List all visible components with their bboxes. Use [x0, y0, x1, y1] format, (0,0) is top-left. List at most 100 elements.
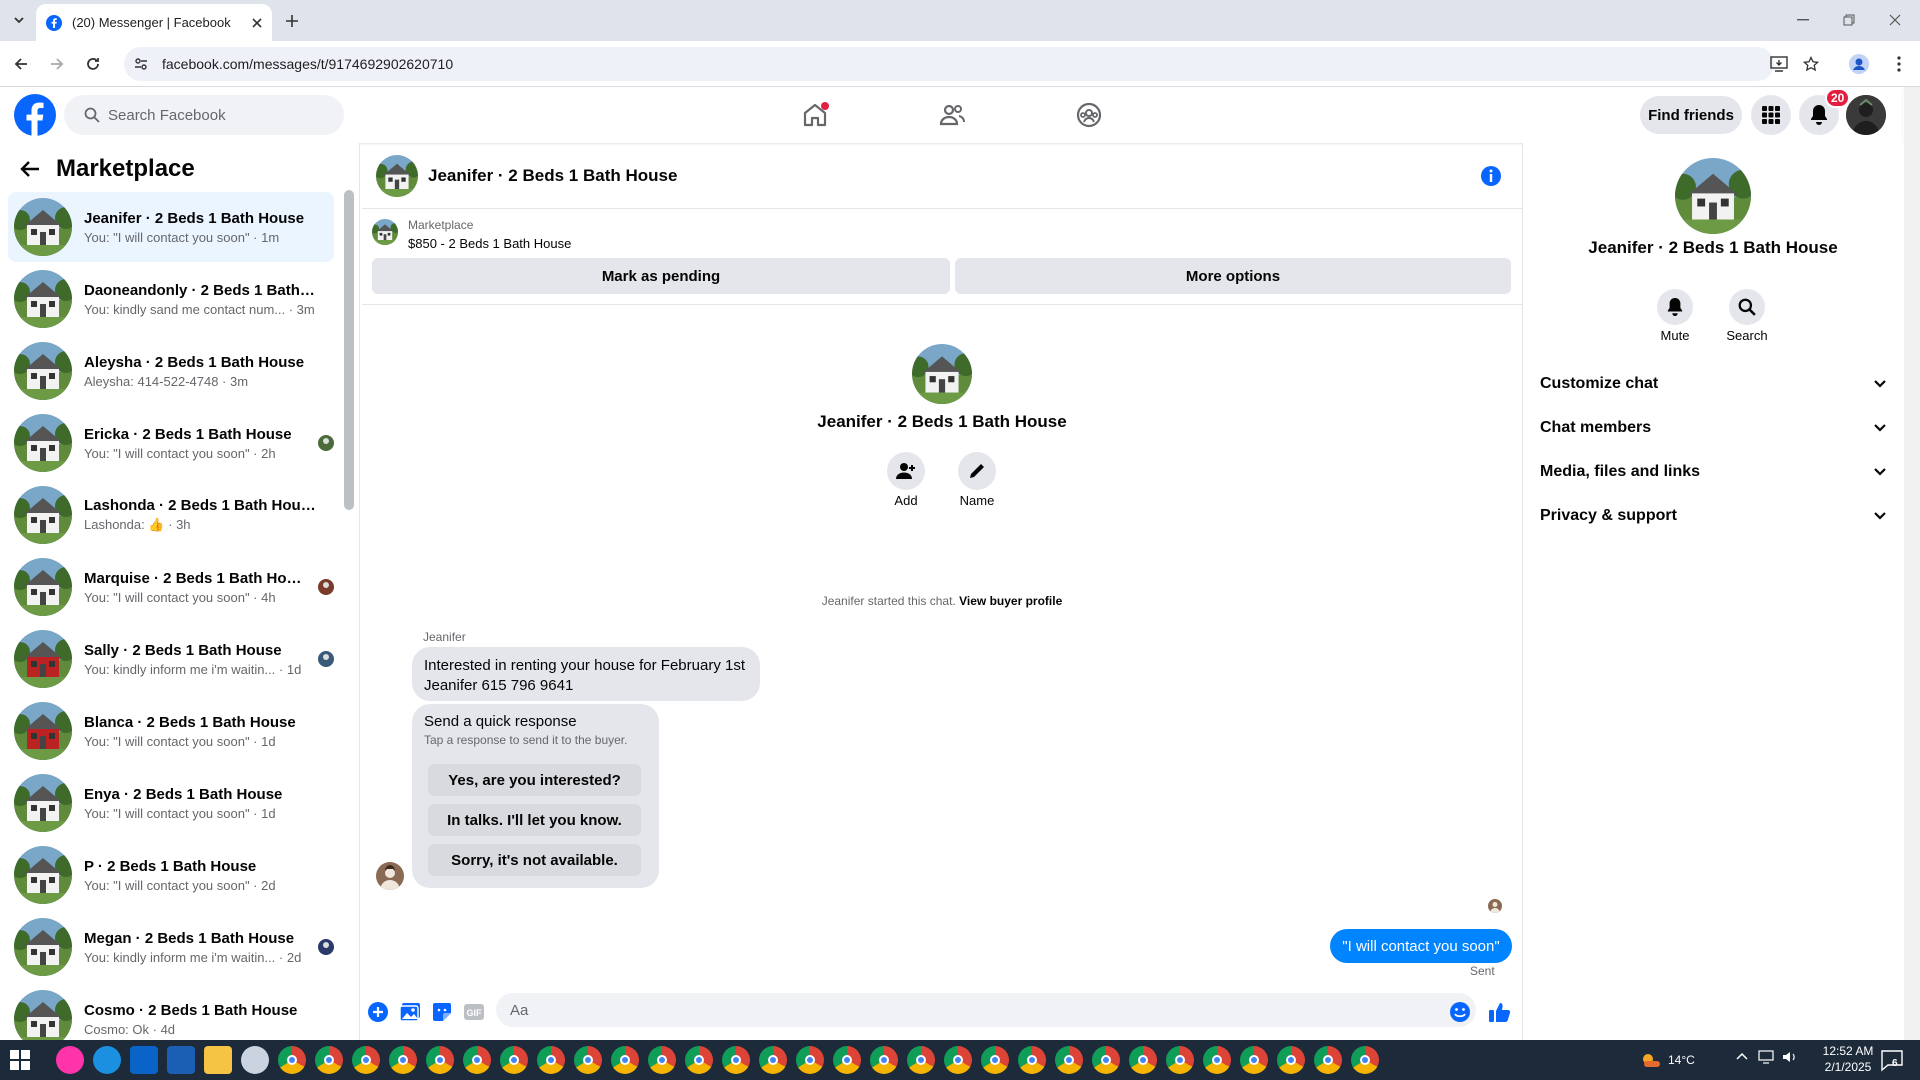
- conversation-item[interactable]: Enya · 2 Beds 1 Bath House You: "I will c…: [8, 768, 334, 838]
- listing-thumbnail[interactable]: [372, 219, 398, 245]
- chrome-window-icon[interactable]: [1129, 1046, 1157, 1074]
- store-icon[interactable]: [130, 1046, 158, 1074]
- chrome-window-icon[interactable]: [796, 1046, 824, 1074]
- account-avatar[interactable]: [1846, 95, 1886, 135]
- sender-avatar[interactable]: [376, 862, 404, 890]
- listing-price[interactable]: $850 - 2 Beds 1 Bath House: [408, 236, 571, 251]
- conversation-item[interactable]: Sally · 2 Beds 1 Bath House You: kindly i…: [8, 624, 334, 694]
- back-icon[interactable]: [6, 49, 36, 79]
- chrome-window-icon[interactable]: [1203, 1046, 1231, 1074]
- like-thumbs-up-icon[interactable]: [1488, 1000, 1512, 1024]
- quick-reply-button[interactable]: In talks. I'll let you know.: [428, 804, 641, 836]
- chrome-window-icon[interactable]: [537, 1046, 565, 1074]
- close-tab-icon[interactable]: [252, 17, 262, 28]
- search-facebook-input[interactable]: Search Facebook: [64, 95, 344, 135]
- site-info-icon[interactable]: [134, 57, 148, 71]
- action-center-icon[interactable]: 6: [1880, 1048, 1904, 1072]
- chrome-window-icon[interactable]: [1092, 1046, 1120, 1074]
- conversation-item[interactable]: Daoneandonly · 2 Beds 1 Bath H... You: ki…: [8, 264, 334, 334]
- close-window-icon[interactable]: [1872, 8, 1918, 32]
- sticker-icon[interactable]: [430, 1000, 454, 1024]
- minimize-icon[interactable]: [1780, 8, 1826, 32]
- find-friends-button[interactable]: Find friends: [1640, 96, 1742, 134]
- edit-name-button[interactable]: [958, 452, 996, 490]
- emoji-icon[interactable]: [1448, 1000, 1472, 1024]
- browser-menu-icon[interactable]: [1884, 49, 1914, 79]
- back-arrow-icon[interactable]: [20, 160, 40, 178]
- copilot-icon[interactable]: [56, 1046, 84, 1074]
- new-tab-icon[interactable]: [280, 10, 304, 32]
- tab-search-icon[interactable]: [6, 8, 32, 32]
- install-app-icon[interactable]: [1764, 49, 1794, 79]
- conversation-item[interactable]: Marquise · 2 Beds 1 Bath House You: "I wi…: [8, 552, 334, 622]
- chrome-window-icon[interactable]: [611, 1046, 639, 1074]
- profile-icon[interactable]: [1844, 49, 1874, 79]
- more-options-button[interactable]: More options: [955, 258, 1511, 294]
- chrome-window-icon[interactable]: [574, 1046, 602, 1074]
- chrome-window-icon[interactable]: [833, 1046, 861, 1074]
- chat-members-section[interactable]: Chat members: [1540, 408, 1890, 448]
- bookmark-star-icon[interactable]: [1796, 49, 1826, 79]
- volume-icon[interactable]: [1782, 1050, 1798, 1064]
- chrome-window-icon[interactable]: [685, 1046, 713, 1074]
- conversation-item[interactable]: P · 2 Beds 1 Bath House You: "I will cont…: [8, 840, 334, 910]
- media-files-links-section[interactable]: Media, files and links: [1540, 452, 1890, 492]
- home-nav-icon[interactable]: [795, 96, 835, 134]
- conversation-item[interactable]: Blanca · 2 Beds 1 Bath House You: "I will…: [8, 696, 334, 766]
- chrome-window-icon[interactable]: [500, 1046, 528, 1074]
- chrome-window-icon[interactable]: [1018, 1046, 1046, 1074]
- chrome-window-icon[interactable]: [463, 1046, 491, 1074]
- file-explorer-icon[interactable]: [204, 1046, 232, 1074]
- reload-icon[interactable]: [78, 49, 108, 79]
- customize-chat-section[interactable]: Customize chat: [1540, 364, 1890, 404]
- chrome-window-icon[interactable]: [426, 1046, 454, 1074]
- details-avatar[interactable]: [1675, 158, 1751, 234]
- view-buyer-profile-link[interactable]: View buyer profile: [959, 594, 1062, 608]
- chrome-window-icon[interactable]: [870, 1046, 898, 1074]
- network-icon[interactable]: [1758, 1050, 1774, 1064]
- chrome-window-icon[interactable]: [722, 1046, 750, 1074]
- conversation-item[interactable]: Ericka · 2 Beds 1 Bath House You: "I will…: [8, 408, 334, 478]
- edge-icon[interactable]: [93, 1046, 121, 1074]
- groups-nav-icon[interactable]: [1069, 96, 1109, 134]
- gif-icon[interactable]: GIF: [462, 1000, 486, 1024]
- outlook-icon[interactable]: [167, 1046, 195, 1074]
- chrome-window-icon[interactable]: [1166, 1046, 1194, 1074]
- gallery-icon[interactable]: [398, 1000, 422, 1024]
- chrome-window-icon[interactable]: [1314, 1046, 1342, 1074]
- windows-start-icon[interactable]: [10, 1050, 30, 1070]
- chrome-window-icon[interactable]: [1055, 1046, 1083, 1074]
- chat-avatar[interactable]: [376, 154, 418, 197]
- conversation-item[interactable]: Aleysha · 2 Beds 1 Bath House Aleysha: 41…: [8, 336, 334, 406]
- url-field[interactable]: facebook.com/messages/t/9174692902620710: [124, 47, 1774, 81]
- chrome-window-icon[interactable]: [1351, 1046, 1379, 1074]
- conversation-item[interactable]: Jeanifer · 2 Beds 1 Bath House You: "I wi…: [8, 192, 334, 262]
- plus-circle-icon[interactable]: [366, 1000, 390, 1024]
- page-scrollbar[interactable]: [1904, 87, 1920, 1040]
- chrome-window-icon[interactable]: [389, 1046, 417, 1074]
- message-input[interactable]: Aa: [496, 993, 1476, 1027]
- forward-icon[interactable]: [42, 49, 72, 79]
- outgoing-message-bubble[interactable]: "I will contact you soon": [1330, 929, 1512, 963]
- chrome-window-icon[interactable]: [1277, 1046, 1305, 1074]
- remote-app-icon[interactable]: [241, 1046, 269, 1074]
- chat-title[interactable]: Jeanifer · 2 Beds 1 Bath House: [428, 166, 677, 186]
- quick-reply-button[interactable]: Yes, are you interested?: [428, 764, 641, 796]
- chrome-window-icon[interactable]: [907, 1046, 935, 1074]
- chrome-window-icon[interactable]: [944, 1046, 972, 1074]
- quick-reply-button[interactable]: Sorry, it's not available.: [428, 844, 641, 876]
- mute-button[interactable]: [1657, 289, 1693, 325]
- clock[interactable]: 12:52 AM 2/1/2025: [1810, 1043, 1886, 1075]
- weather-widget[interactable]: 14°C: [1640, 1044, 1695, 1076]
- restore-icon[interactable]: [1826, 8, 1872, 32]
- chrome-window-icon[interactable]: [1240, 1046, 1268, 1074]
- friends-nav-icon[interactable]: [932, 96, 972, 134]
- privacy-support-section[interactable]: Privacy & support: [1540, 496, 1890, 536]
- conversation-item[interactable]: Megan · 2 Beds 1 Bath House You: kindly i…: [8, 912, 334, 982]
- chrome-window-icon[interactable]: [278, 1046, 306, 1074]
- search-in-conversation-button[interactable]: [1729, 289, 1765, 325]
- facebook-logo-icon[interactable]: [14, 94, 56, 136]
- browser-tab[interactable]: (20) Messenger | Facebook: [36, 4, 272, 41]
- tray-chevron-up-icon[interactable]: [1736, 1052, 1748, 1060]
- mark-as-pending-button[interactable]: Mark as pending: [372, 258, 950, 294]
